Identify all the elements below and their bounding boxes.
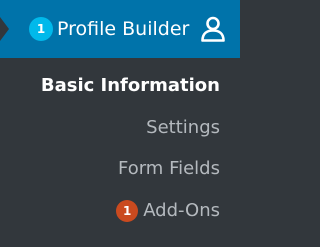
notification-badge: 1	[29, 17, 53, 41]
submenu-item-basic-information[interactable]: Basic Information	[41, 74, 220, 98]
submenu-item-add-ons[interactable]: 1 Add-Ons	[116, 199, 220, 223]
addons-count-badge: 1	[116, 200, 139, 222]
admin-sidebar-menu: 1 Profile Builder Basic Information Sett…	[0, 0, 240, 247]
submenu-item-label: Add-Ons	[143, 200, 220, 221]
user-icon	[201, 16, 225, 42]
current-menu-arrow	[0, 17, 9, 41]
profile-builder-menu-header[interactable]: 1 Profile Builder	[0, 0, 240, 58]
submenu-item-settings[interactable]: Settings	[146, 116, 220, 140]
submenu-item-form-fields[interactable]: Form Fields	[118, 157, 220, 181]
menu-title[interactable]: Profile Builder	[57, 15, 189, 43]
